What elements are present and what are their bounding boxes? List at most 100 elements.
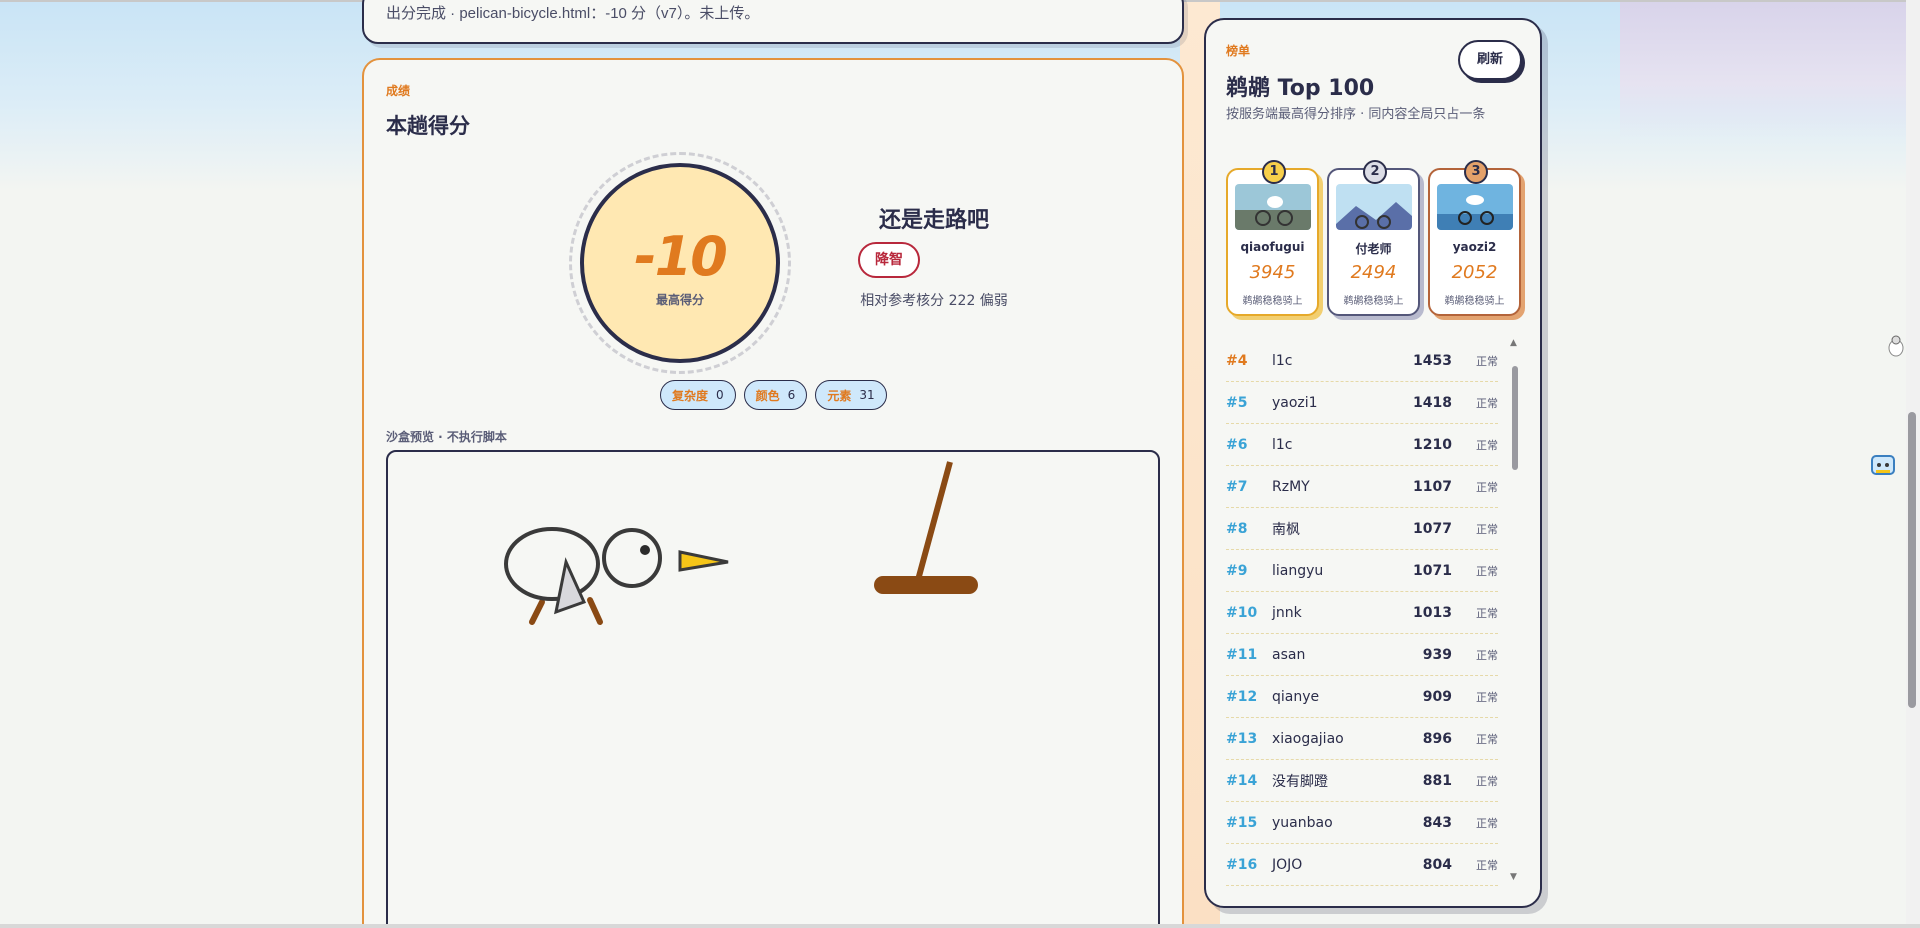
row-score: 804 [1422,856,1452,873]
pelican-head [602,528,662,588]
podium-third[interactable]: 3 yaozi2 2052 鹈鹕稳稳骑上 [1428,160,1521,316]
leaderboard-subtitle: 按服务端最高得分排序 · 同内容全局只占一条 [1226,107,1486,122]
thumbnail-image [1336,184,1412,230]
leaderboard-row[interactable]: #8 南枫 1077 正常 [1226,508,1498,550]
chip-complexity: 复杂度 0 [660,380,736,410]
leaderboard-row[interactable]: #9 liangyu 1071 正常 [1226,550,1498,592]
row-status: 正常 [1476,690,1498,704]
leaderboard-card: 榜单 鹈鹕 Top 100 按服务端最高得分排序 · 同内容全局只占一条 刷新 … [1204,18,1542,908]
row-rank: #16 [1226,856,1258,873]
score-value: -10 [634,225,728,288]
leaderboard-row[interactable]: #6 l1c 1210 正常 [1226,424,1498,466]
score-eyebrow: 成绩 [386,84,411,98]
pelican-drawing [504,461,978,625]
leaderboard-list: #4 l1c 1453 正常 #5 yaozi1 1418 正常 #6 l1c 1210 正常 #… [1226,340,1498,886]
leaderboard-row[interactable]: #4 l1c 1453 正常 [1226,340,1498,382]
pelican-mascot-icon[interactable] [1886,334,1906,362]
refresh-button[interactable]: 刷新 [1458,40,1522,80]
chip-value: 0 [716,388,724,402]
podium-name: 付老师 [1355,242,1392,256]
thumbnail [1336,184,1412,230]
status-card: 出分完成 · pelican-bicycle.html：-10 分（v7）。未上… [362,0,1184,44]
row-rank: #13 [1226,730,1258,747]
row-rank: #10 [1226,604,1258,621]
leaderboard-row[interactable]: #5 yaozi1 1418 正常 [1226,382,1498,424]
row-status: 正常 [1476,606,1498,620]
leaderboard-row[interactable]: #13 xiaogajiao 896 正常 [1226,718,1498,760]
row-status: 正常 [1476,648,1498,662]
podium-first[interactable]: 1 qiaofugui 3945 鹈鹕稳稳骑上 [1226,160,1319,316]
helper-icon[interactable] [1870,452,1896,482]
podium-score: 2494 [1350,262,1397,283]
chip-key: 元素 [827,388,852,403]
row-name: yaozi1 [1272,394,1318,411]
row-rank: #15 [1226,814,1258,831]
leaderboard-row[interactable]: #12 qianye 909 正常 [1226,676,1498,718]
scroll-up-arrow-icon[interactable]: ▲ [1510,338,1517,348]
row-rank: #14 [1226,772,1258,789]
leaderboard-row[interactable]: #16 JOJO 804 正常 [1226,844,1498,886]
podium-name: qiaofugui [1240,240,1305,254]
relative-score-text: 相对参考核分 222 偏弱 [860,293,1008,309]
chip-colors: 颜色 6 [743,380,808,410]
thumbnail-image [1235,184,1311,230]
row-status: 正常 [1476,438,1498,452]
rank-badge: 1 [1262,160,1286,184]
row-name: yuanbao [1272,814,1333,831]
score-ring: -10 最高得分 [580,163,780,363]
leaderboard-row[interactable]: #10 jnnk 1013 正常 [1226,592,1498,634]
chip-value: 6 [787,388,796,402]
sandbox-preview [386,450,1160,928]
chip-key: 颜色 [755,388,780,403]
podium-second[interactable]: 2 付老师 2494 鹈鹕稳稳骑上 [1327,160,1420,316]
row-score: 1077 [1413,520,1452,537]
pelican-eye [640,545,650,555]
row-score: 909 [1422,688,1452,705]
row-rank: #11 [1226,646,1258,663]
row-name: l1c [1272,352,1293,369]
podium-score: 2052 [1451,262,1498,283]
row-score: 1013 [1413,604,1452,621]
leaderboard-title: 鹈鹕 Top 100 [1226,76,1375,101]
row-rank: #12 [1226,688,1258,705]
row-name: xiaogajiao [1272,730,1344,747]
row-rank: #8 [1226,520,1248,537]
thumbnail [1437,184,1513,230]
bike-pole [915,461,953,581]
leaderboard-row[interactable]: #14 没有脚蹬 881 正常 [1226,760,1498,802]
row-name: asan [1272,646,1306,663]
row-status: 正常 [1476,858,1498,872]
row-name: l1c [1272,436,1293,453]
row-status: 正常 [1476,396,1498,410]
row-score: 896 [1422,730,1452,747]
page-scrollbar[interactable] [1908,412,1916,708]
leaderboard-row[interactable]: #11 asan 939 正常 [1226,634,1498,676]
row-score: 1210 [1413,436,1452,453]
podium-caption: 鹈鹕稳稳骑上 [1242,296,1303,307]
rank-badge: 2 [1363,160,1387,184]
row-rank: #7 [1226,478,1248,495]
row-name: qianye [1272,688,1320,705]
row-status: 正常 [1476,522,1498,536]
leaderboard-eyebrow: 榜单 [1226,44,1251,58]
thumbnail-image [1437,184,1513,230]
leaderboard-row[interactable]: #15 yuanbao 843 正常 [1226,802,1498,844]
row-score: 939 [1422,646,1452,663]
podium: 1 qiaofugui 3945 鹈鹕稳稳骑上 2 付老师 2494 鹈鹕稳稳骑… [1226,160,1521,316]
score-label: 最高得分 [655,293,704,307]
pelican-beak [678,550,729,572]
row-name: 没有脚蹬 [1272,773,1328,790]
leaderboard-row[interactable]: #7 RzMY 1107 正常 [1226,466,1498,508]
row-name: jnnk [1272,604,1302,621]
row-rank: #6 [1226,436,1248,453]
row-status: 正常 [1476,564,1498,578]
scroll-down-arrow-icon[interactable]: ▼ [1510,872,1517,882]
row-score: 881 [1422,772,1452,789]
row-name: RzMY [1272,478,1310,495]
leaderboard-scrollbar[interactable] [1512,366,1518,470]
row-status: 正常 [1476,354,1498,368]
row-rank: #5 [1226,394,1248,411]
row-name: liangyu [1272,562,1324,579]
background-cloud [1620,0,1920,140]
row-score: 1107 [1413,478,1452,495]
